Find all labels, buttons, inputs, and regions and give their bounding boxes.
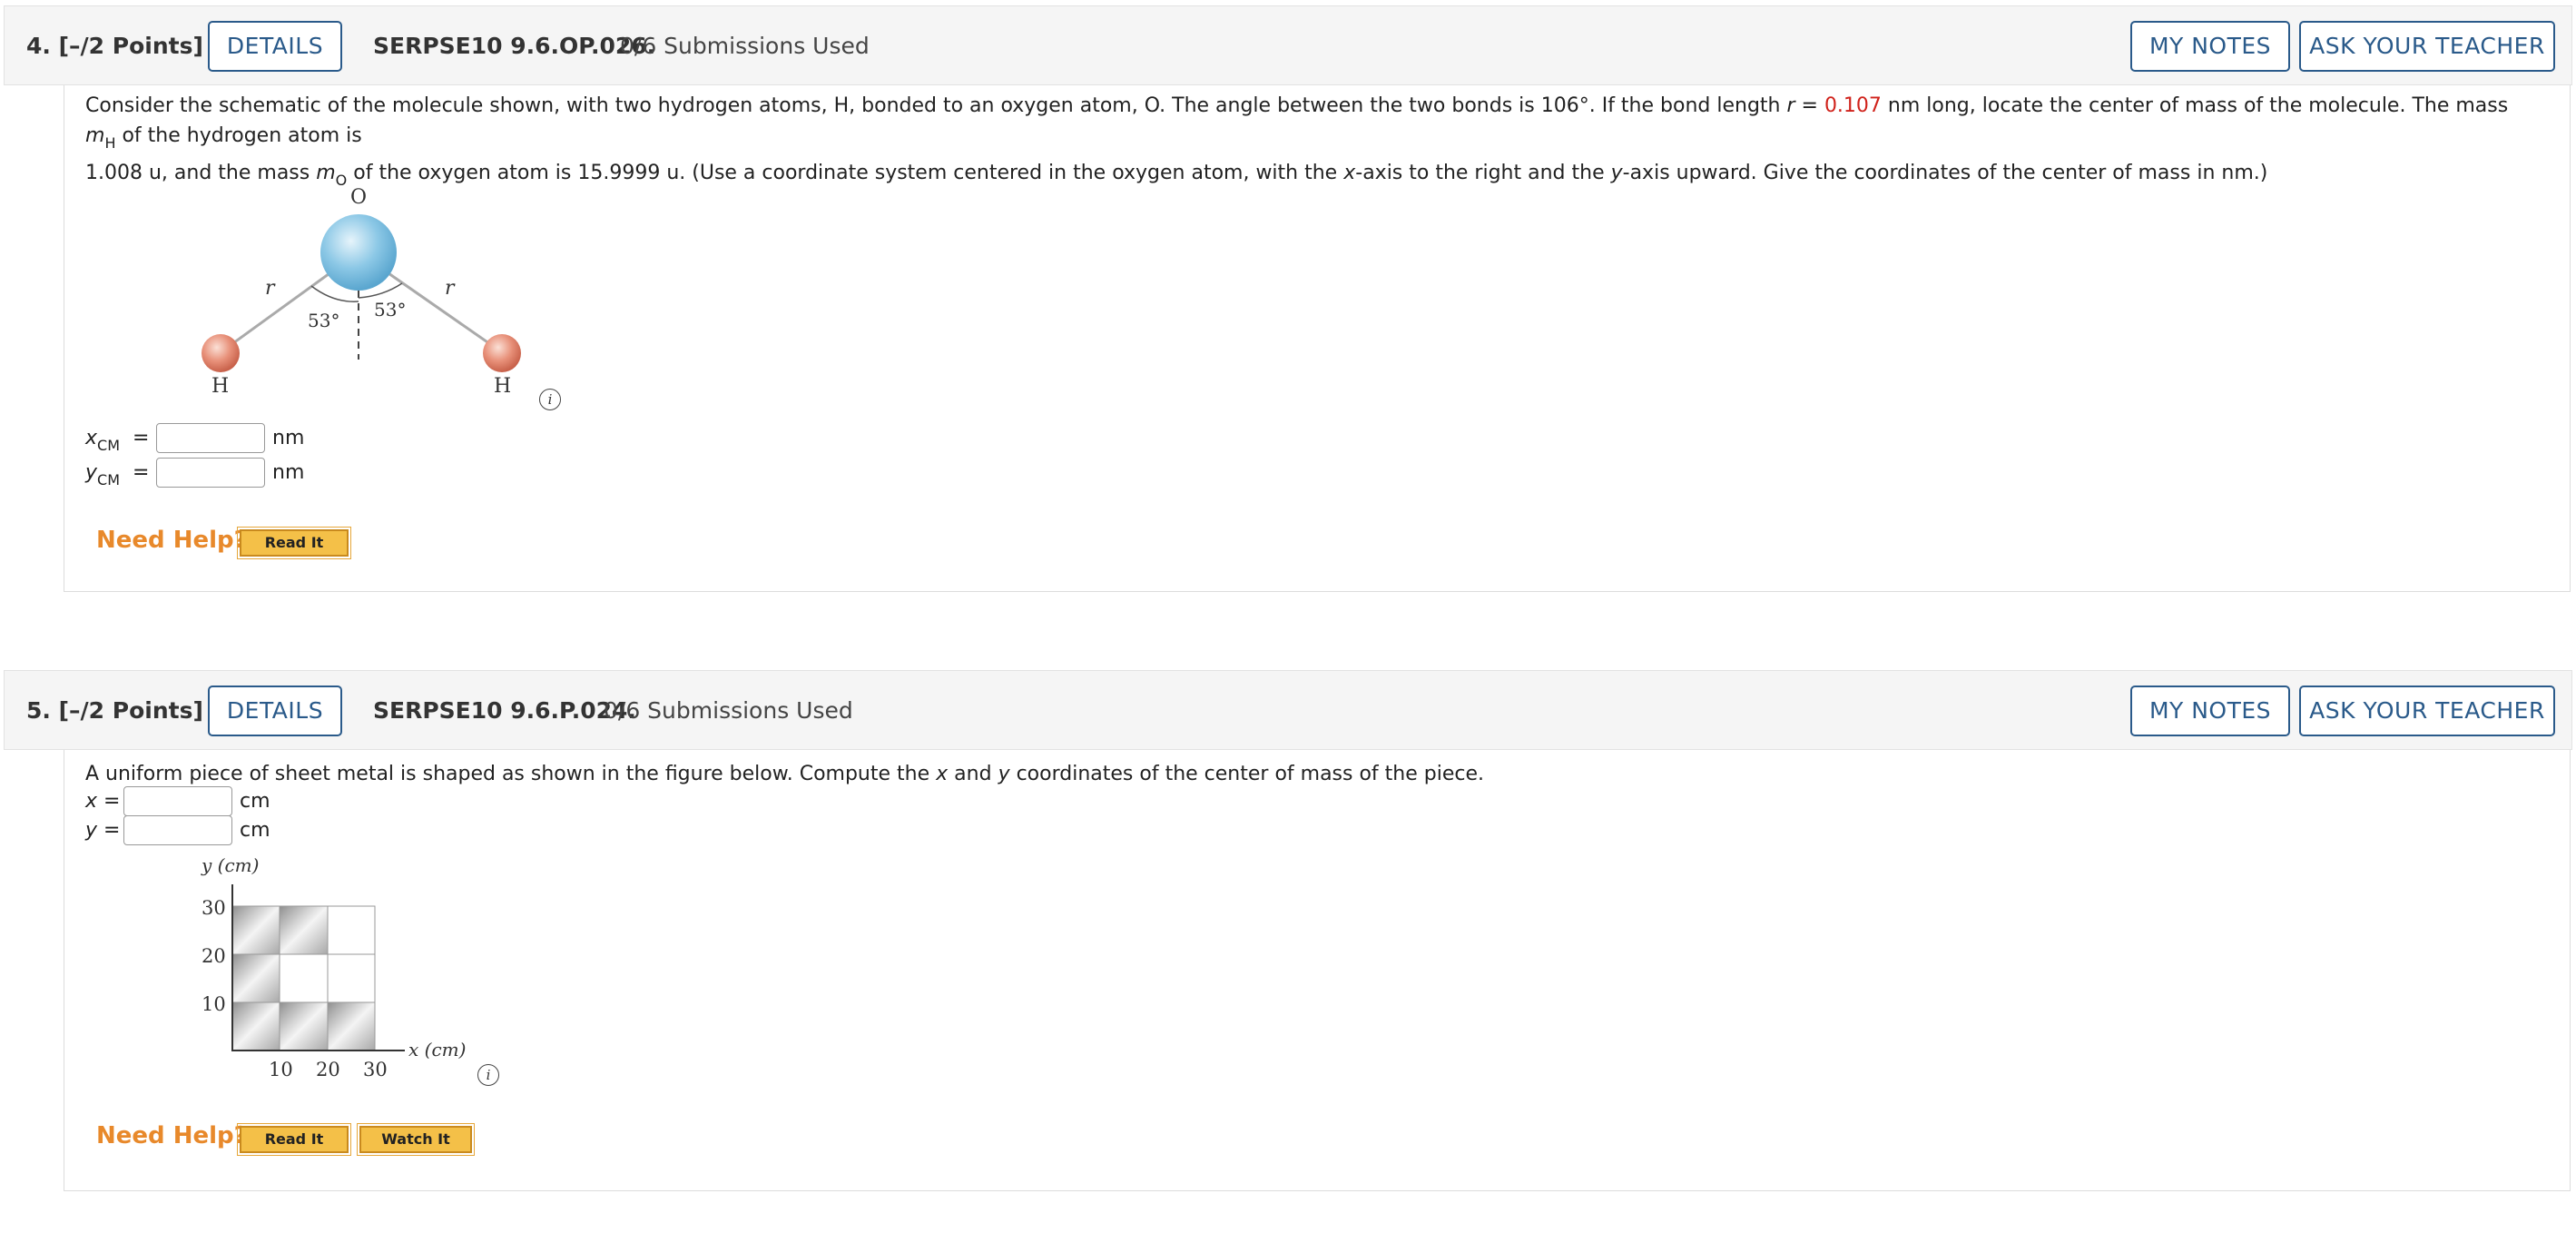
hydrogen-label-left: H	[211, 375, 229, 398]
bond-length-value: 0.107	[1824, 94, 1882, 117]
xcm-unit: nm	[272, 427, 305, 449]
hydrogen-atom-left	[202, 334, 240, 372]
ycm-unit: nm	[272, 461, 305, 484]
x-tick-label: 30	[363, 1059, 388, 1080]
molecule-figure: O H H r r 53° 53°	[202, 186, 521, 398]
x-label: x =	[85, 790, 121, 813]
question-code: SERPSE10 9.6.OP.026.	[373, 33, 656, 59]
need-help-label: Need Help?	[96, 527, 248, 554]
ycm-input[interactable]	[156, 458, 265, 488]
my-notes-button[interactable]: MY NOTES	[2130, 21, 2290, 72]
y-input[interactable]	[123, 815, 232, 845]
xcm-input[interactable]	[156, 423, 265, 453]
question-prompt: A uniform piece of sheet metal is shaped…	[85, 763, 1485, 785]
ask-teacher-button[interactable]: ASK YOUR TEACHER	[2299, 686, 2555, 736]
metal-square	[231, 953, 280, 1003]
submissions-used: 0/6 Submissions Used	[620, 33, 870, 59]
metal-square	[231, 905, 280, 955]
x-axis-label: x (cm)	[408, 1039, 466, 1060]
metal-square	[327, 1001, 376, 1051]
oxygen-atom	[320, 214, 397, 291]
info-icon[interactable]: i	[477, 1064, 499, 1086]
details-button[interactable]: DETAILS	[208, 686, 342, 736]
angle-label-left: 53°	[308, 310, 339, 331]
y-tick-label: 30	[202, 897, 226, 919]
details-button[interactable]: DETAILS	[208, 21, 342, 72]
question-number: 5. [–/2 Points]	[26, 697, 203, 724]
y-label: y =	[85, 819, 121, 842]
submissions-used: 0/6 Submissions Used	[604, 697, 853, 724]
angle-label-right: 53°	[374, 299, 406, 321]
metal-square	[279, 905, 329, 955]
prompt-line-1: Consider the schematic of the molecule s…	[85, 94, 2509, 152]
ask-teacher-button[interactable]: ASK YOUR TEACHER	[2299, 21, 2555, 72]
metal-square	[279, 1001, 329, 1051]
read-it-button[interactable]: Read It	[237, 527, 351, 559]
info-icon[interactable]: i	[539, 389, 561, 410]
watch-it-button[interactable]: Watch It	[357, 1123, 475, 1156]
hydrogen-label-right: H	[494, 375, 511, 398]
need-help-label: Need Help?	[96, 1122, 248, 1149]
question-header: 5. [–/2 Points] DETAILS SERPSE10 9.6.P.0…	[4, 670, 2572, 750]
sheet-metal-figure: y (cm) x (cm) 30 20 10 10 20 30	[201, 854, 466, 1080]
empty-square	[279, 953, 329, 1003]
bond-length-label-left: r	[265, 277, 276, 300]
y-unit: cm	[240, 819, 270, 842]
read-it-button[interactable]: Read It	[237, 1123, 351, 1156]
xcm-label: xCM =	[85, 427, 150, 454]
metal-square	[231, 1001, 280, 1051]
ycm-label: yCM =	[85, 461, 150, 488]
empty-square	[327, 905, 376, 955]
oxygen-label: O	[350, 186, 367, 209]
y-axis-label: y (cm)	[201, 854, 259, 876]
empty-square	[327, 953, 376, 1003]
question-code: SERPSE10 9.6.P.024.	[373, 697, 636, 724]
hydrogen-atom-right	[483, 334, 521, 372]
question-header: 4. [–/2 Points] DETAILS SERPSE10 9.6.OP.…	[4, 5, 2572, 85]
my-notes-button[interactable]: MY NOTES	[2130, 686, 2290, 736]
x-tick-label: 10	[269, 1059, 293, 1080]
bond-length-label-right: r	[445, 277, 456, 300]
x-input[interactable]	[123, 786, 232, 816]
x-tick-label: 20	[316, 1059, 340, 1080]
question-number: 4. [–/2 Points]	[26, 33, 203, 59]
x-unit: cm	[240, 790, 270, 813]
y-tick-label: 20	[202, 945, 226, 967]
y-tick-label: 10	[202, 993, 226, 1015]
